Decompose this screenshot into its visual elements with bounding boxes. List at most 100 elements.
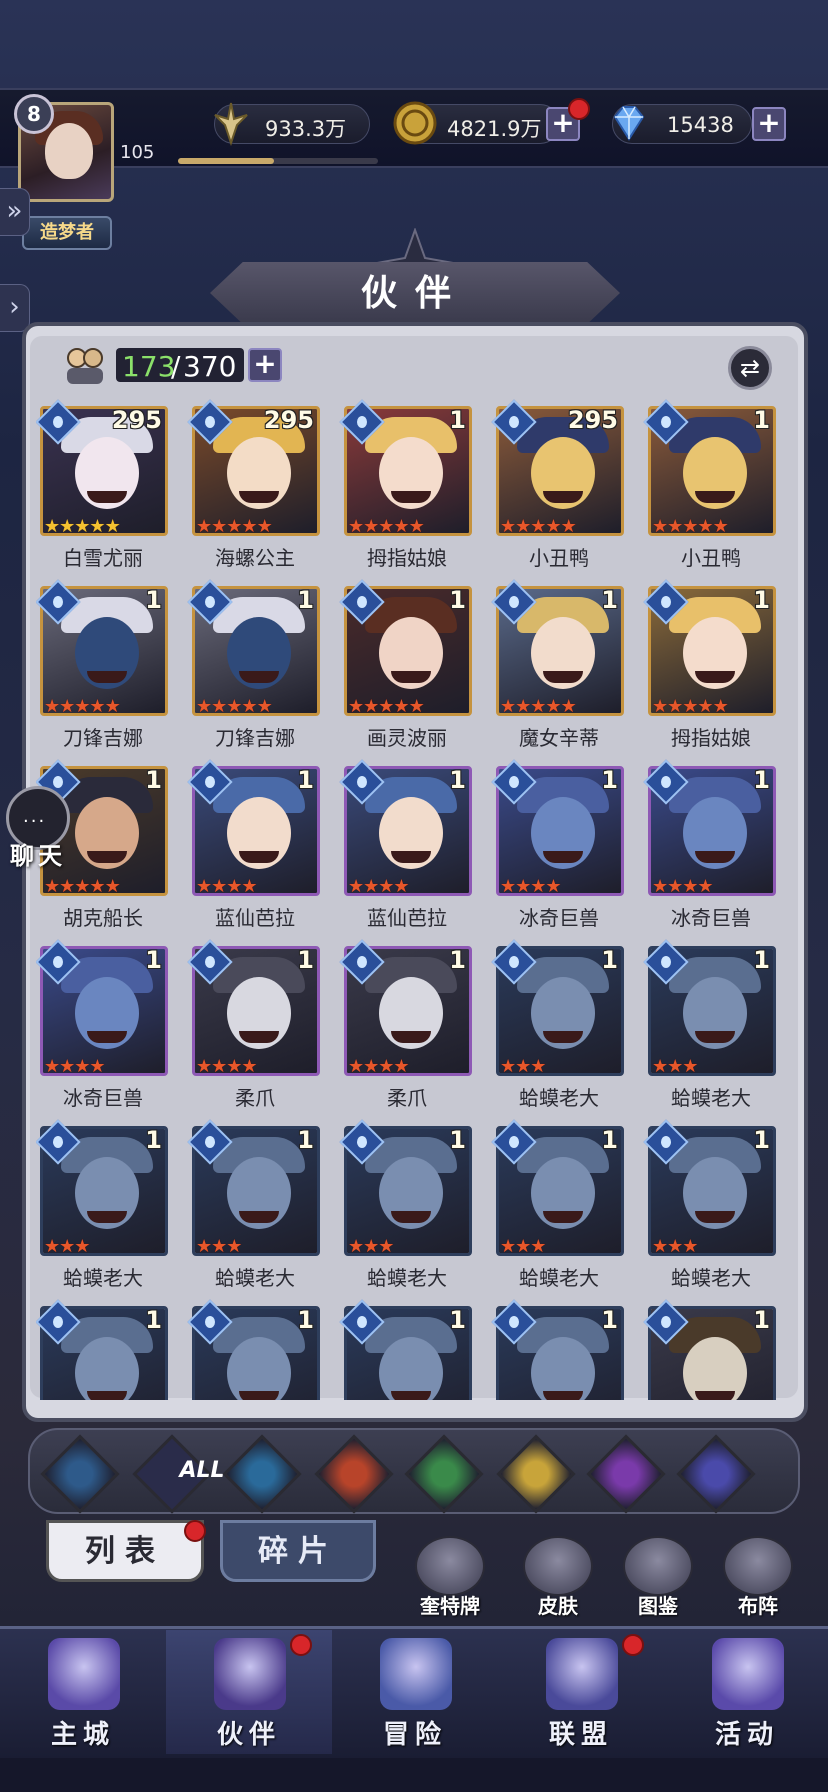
partner-card[interactable]: 295 ★★★★★ 海螺公主 [187,398,322,578]
formation-icon[interactable] [723,1536,793,1596]
partner-level: 1 [145,766,162,794]
partners-icon [67,348,103,384]
partner-name: 胡克船长 [63,906,143,930]
partner-card[interactable]: 1 ★★★ 蛤蟆老大 [491,1118,626,1298]
star-icon: ★ [545,876,561,897]
partner-card[interactable]: 1★★★ [339,1298,474,1400]
partner-card[interactable]: 1 ★★★★★ 刀锋吉娜 [36,578,170,758]
partner-card[interactable]: 295 ★★★★★ 白雪尤丽 [36,398,170,578]
nav-alliance[interactable]: 联盟 [498,1630,664,1754]
partner-level: 1 [753,766,770,794]
partner-stars: ★★★ [44,1236,90,1257]
star-icon: ★ [44,516,60,537]
star-icon: ★ [348,696,364,717]
star-icon: ★ [211,1056,227,1077]
partner-card[interactable]: 1★★★ [643,1298,778,1400]
partner-card[interactable]: 1 ★★★★ 蓝仙芭拉 [339,758,474,938]
partner-card[interactable]: 1 ★★★★ 柔爪 [187,938,322,1118]
partner-card[interactable]: 1 ★★★★ 冰奇巨兽 [36,938,170,1118]
partner-level: 295 [111,406,162,434]
partner-card[interactable]: 1 ★★★★★ 魔女辛蒂 [491,578,626,758]
partner-card[interactable]: 1 ★★★ 蛤蟆老大 [339,1118,474,1298]
partner-level: 1 [601,1306,618,1334]
partner-stars: ★★★ [652,1236,698,1257]
star-icon: ★ [196,516,212,537]
portrait-mouth [87,1391,127,1400]
star-icon: ★ [667,1236,683,1257]
nav-partners[interactable]: 伙伴 [166,1630,332,1754]
partner-card[interactable]: 1 ★★★★★ 小丑鸭 [643,398,778,578]
partner-card[interactable]: 1 ★★★★ 冰奇巨兽 [491,758,626,938]
star-icon: ★ [363,1056,379,1077]
star-icon: ★ [89,876,105,897]
partner-name: 蓝仙芭拉 [215,906,295,930]
partner-card[interactable]: 1 ★★★ 蛤蟆老大 [643,938,778,1118]
skins-icon[interactable] [523,1536,593,1596]
portrait-mouth [391,1031,431,1043]
partner-stars: ★★★ [348,1236,394,1257]
star-icon: ★ [667,1056,683,1077]
tarot-cards-label[interactable]: 奎特牌 [400,1590,500,1619]
witch-hat-icon [214,1638,286,1710]
star-icon: ★ [682,696,698,717]
nav-main-city[interactable]: 主城 [0,1630,166,1754]
partner-card[interactable]: 1★★★ [36,1298,170,1400]
star-icon: ★ [697,696,713,717]
nav-adventure[interactable]: 冒险 [332,1630,498,1754]
partner-name: 冰奇巨兽 [671,906,751,930]
list-notification-dot [184,1520,206,1542]
swap-sort-icon[interactable]: ⇄ [728,346,772,390]
nav-events[interactable]: 活动 [664,1630,828,1754]
tarot-cards-icon[interactable] [415,1536,485,1596]
partner-card[interactable]: 1 ★★★★ 冰奇巨兽 [643,758,778,938]
partner-card[interactable]: 1 ★★★ 蛤蟆老大 [643,1118,778,1298]
player-exp-text: 105 [120,142,155,163]
partner-stars: ★★★★ [44,1056,106,1077]
star-icon: ★ [196,696,212,717]
tab-fragments[interactable]: 碎片 [220,1520,376,1582]
star-icon: ★ [378,1056,394,1077]
partner-stars: ★★★ [652,1056,698,1077]
star-icon: ★ [378,696,394,717]
partner-name: 蓝仙芭拉 [367,906,447,930]
castle-icon [48,1638,120,1710]
partner-card[interactable]: 1 ★★★ 蛤蟆老大 [491,938,626,1118]
partner-card[interactable]: 1 ★★★★★ 拇指姑娘 [339,398,474,578]
star-icon: ★ [196,876,212,897]
partner-card[interactable]: 1 ★★★ 蛤蟆老大 [187,1118,322,1298]
shield-icon [546,1638,618,1710]
star-icon: ★ [652,876,668,897]
partner-card[interactable]: 1 ★★★★★ 拇指姑娘 [643,578,778,758]
skins-label[interactable]: 皮肤 [508,1590,608,1619]
partner-card[interactable]: 1 ★★★ 蛤蟆老大 [36,1118,170,1298]
partner-name: 拇指姑娘 [367,546,447,570]
expand-capacity-button[interactable]: + [248,348,282,382]
avatar-face [45,123,93,179]
partner-card[interactable]: 295 ★★★★★ 小丑鸭 [491,398,626,578]
codex-icon[interactable] [623,1536,693,1596]
partner-card[interactable]: 1★★★ [491,1298,626,1400]
star-icon: ★ [348,1236,364,1257]
star-icon: ★ [44,1236,60,1257]
tab-list[interactable]: 列表 [46,1520,204,1582]
side-expand-tab-2[interactable]: › [0,284,30,332]
codex-label[interactable]: 图鉴 [608,1590,708,1619]
partner-card[interactable]: 1 ★★★★ 柔爪 [339,938,474,1118]
star-icon: ★ [89,696,105,717]
partner-stars: ★★★★★ [348,516,425,537]
player-level-badge: 8 [14,94,54,134]
portrait-mouth [87,1211,127,1223]
add-diamond-button[interactable]: + [752,107,786,141]
star-icon: ★ [393,876,409,897]
partner-card[interactable]: 1 ★★★★★ 刀锋吉娜 [187,578,322,758]
star-icon: ★ [530,516,546,537]
partner-count-owned: 173 [122,350,176,383]
formation-label[interactable]: 布阵 [708,1590,808,1619]
partner-card[interactable]: 1 ★★★★★ 画灵波丽 [339,578,474,758]
star-icon: ★ [59,1056,75,1077]
portrait-mouth [239,1391,279,1400]
star-icon: ★ [652,696,668,717]
side-expand-tab-1[interactable]: » [0,188,30,236]
partner-card[interactable]: 1★★★ [187,1298,322,1400]
partner-card[interactable]: 1 ★★★★ 蓝仙芭拉 [187,758,322,938]
